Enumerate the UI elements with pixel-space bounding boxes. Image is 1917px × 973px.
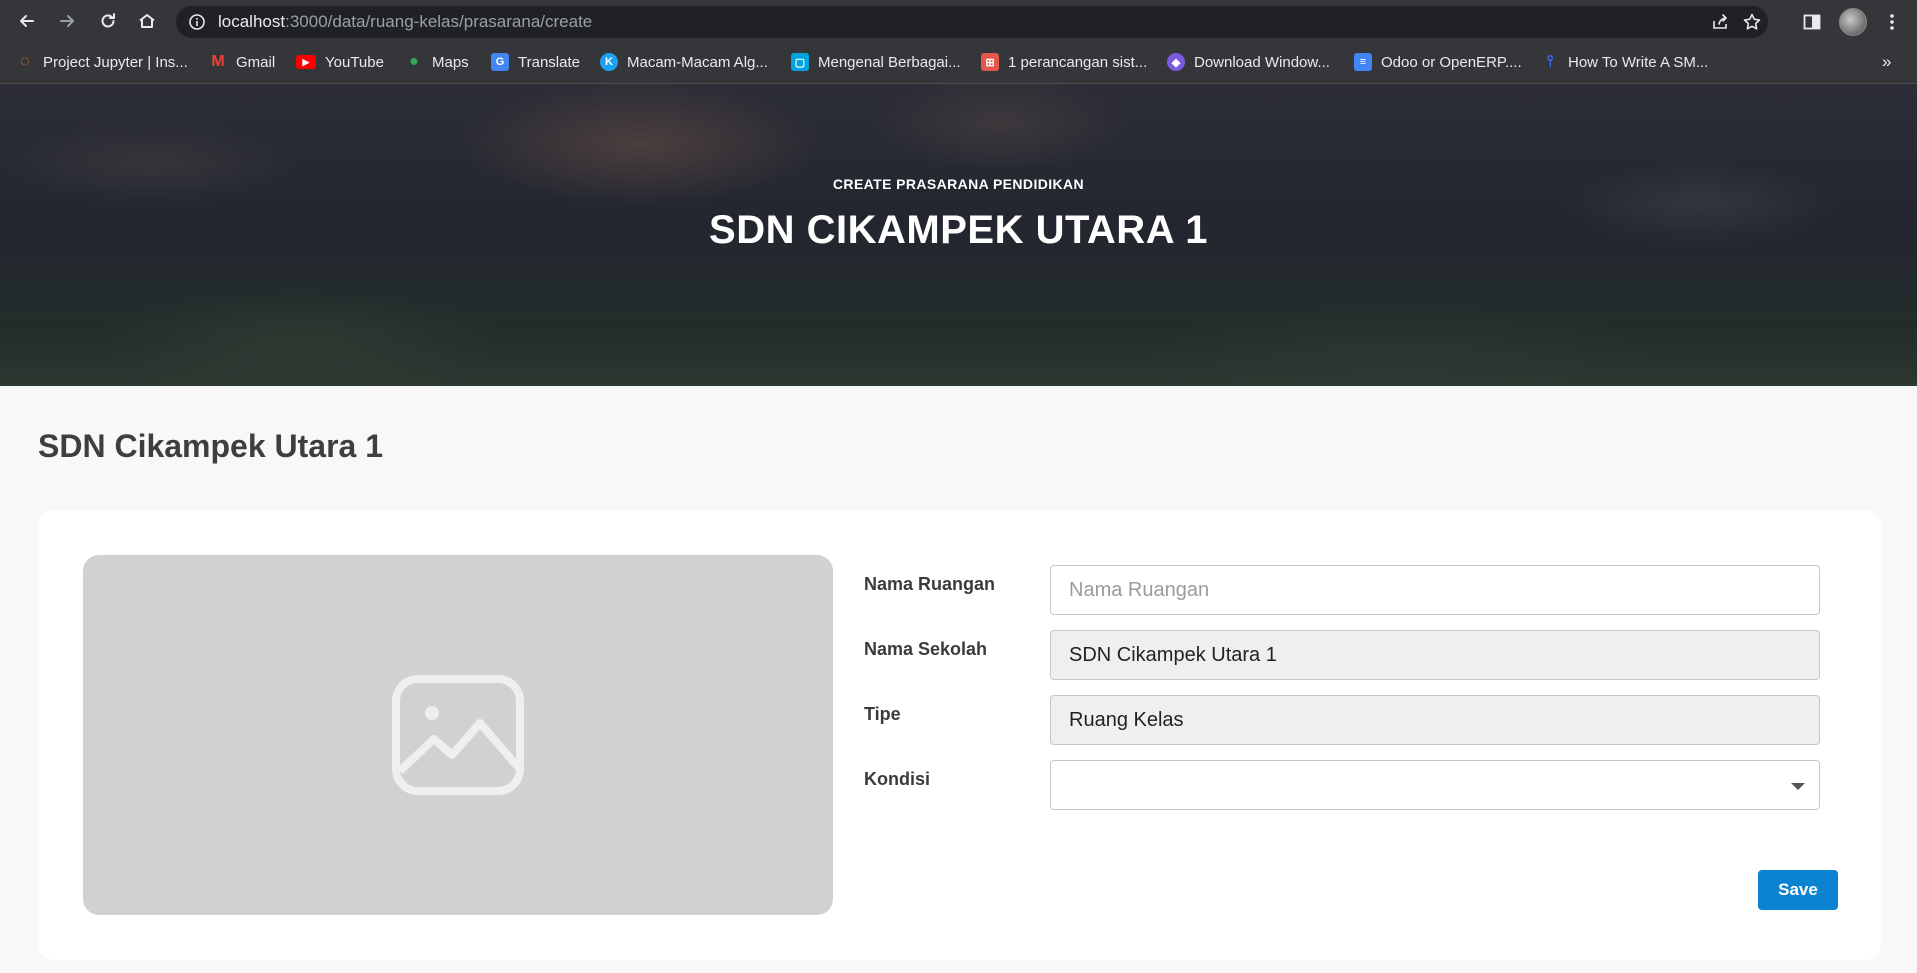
hero-subtitle: CREATE PRASARANA PENDIDIKAN — [832, 176, 1085, 192]
bookmark-label: Macam-Macam Alg... — [627, 53, 768, 71]
bookmark-item[interactable]: ◆ Download Window... — [1167, 44, 1330, 80]
reload-icon — [101, 13, 115, 28]
bookmark-item[interactable]: ◌ Project Jupyter | Ins... — [16, 44, 188, 80]
image-upload-placeholder[interactable] — [83, 555, 833, 915]
home-icon — [139, 14, 155, 28]
forward-button[interactable] — [52, 6, 82, 36]
share-icon[interactable] — [1710, 12, 1730, 32]
browser-toolbar: localhost:3000/data/ruang-kelas/prasaran… — [0, 0, 1917, 44]
bookmark-item[interactable]: ▶ YouTube — [296, 44, 384, 80]
translate-icon: G — [491, 53, 509, 71]
gmail-icon: M — [211, 53, 225, 70]
arrow-left-icon — [20, 15, 34, 27]
back-button[interactable] — [12, 6, 42, 36]
nama-sekolah-label: Nama Sekolah — [864, 639, 988, 659]
tipe-label: Tipe — [864, 704, 901, 724]
bookmark-label: Translate — [518, 53, 580, 71]
bookmark-item[interactable]: ▢ Mengenal Berbagai... — [791, 44, 961, 80]
pin-icon: ⫯ — [1546, 53, 1554, 70]
reload-button[interactable] — [93, 6, 123, 36]
bookmark-label: 1 perancangan sist... — [1008, 53, 1148, 71]
bookmark-label: Gmail — [236, 53, 276, 71]
nama-ruangan-input[interactable] — [1050, 565, 1820, 615]
caret-down-icon — [1791, 783, 1805, 790]
kondisi-label: Kondisi — [864, 769, 930, 789]
save-button[interactable]: Save — [1758, 870, 1838, 910]
bookmark-item[interactable]: ⫯ How To Write A SM... — [1541, 44, 1709, 80]
hero-banner: CREATE PRASARANA PENDIDIKAN SDN CIKAMPEK… — [0, 84, 1917, 386]
window-icon: ◆ — [1167, 53, 1185, 71]
star-icon[interactable] — [1742, 12, 1762, 32]
address-bar[interactable]: localhost:3000/data/ruang-kelas/prasaran… — [176, 6, 1768, 38]
side-panel-button[interactable] — [1800, 10, 1824, 34]
bookmark-item[interactable]: G Translate — [491, 44, 580, 80]
bookmark-label: Maps — [432, 53, 469, 71]
kondisi-select[interactable] — [1050, 760, 1820, 810]
bookmarks-overflow-button[interactable]: » — [1882, 52, 1891, 72]
square-icon: ▢ — [791, 53, 809, 71]
docs-icon: ≡ — [1354, 53, 1372, 71]
hero-title: SDN CIKAMPEK UTARA 1 — [709, 208, 1208, 252]
tipe-input[interactable] — [1050, 695, 1820, 745]
bookmark-label: Mengenal Berbagai... — [818, 53, 961, 71]
url-text[interactable]: localhost:3000/data/ruang-kelas/prasaran… — [218, 6, 592, 38]
browser-menu-button[interactable] — [1880, 10, 1904, 34]
bookmark-label: How To Write A SM... — [1568, 53, 1709, 71]
youtube-icon: ▶ — [296, 55, 316, 69]
maps-icon: ● — [409, 53, 419, 70]
side-panel-icon — [1803, 14, 1821, 30]
info-icon[interactable] — [188, 13, 206, 31]
bookmark-item[interactable]: M Gmail — [209, 44, 275, 80]
bookmark-item[interactable]: ⊞ 1 perancangan sist... — [981, 44, 1147, 80]
arrow-right-icon — [60, 15, 74, 27]
nama-sekolah-input[interactable] — [1050, 630, 1820, 680]
jupyter-icon: ◌ — [20, 53, 30, 70]
url-path: :3000/data/ruang-kelas/prasarana/create — [285, 12, 593, 31]
bookmark-item[interactable]: K Macam-Macam Alg... — [600, 44, 768, 80]
doc-icon: ⊞ — [981, 53, 999, 71]
form-card: Nama Ruangan Nama Sekolah Tipe Kondisi S… — [38, 510, 1881, 960]
home-button[interactable] — [132, 6, 162, 36]
image-icon — [392, 675, 524, 795]
bookmark-label: Project Jupyter | Ins... — [43, 53, 188, 71]
k-icon: K — [600, 53, 618, 71]
page-title: SDN Cikampek Utara 1 — [38, 428, 384, 464]
bookmark-label: Download Window... — [1194, 53, 1330, 71]
nama-ruangan-label: Nama Ruangan — [864, 574, 996, 594]
browser-chrome: localhost:3000/data/ruang-kelas/prasaran… — [0, 0, 1917, 84]
bookmark-label: YouTube — [325, 53, 384, 71]
profile-avatar[interactable] — [1839, 8, 1867, 36]
bookmark-item[interactable]: ● Maps — [405, 44, 469, 80]
bookmark-label: Odoo or OpenERP.... — [1381, 53, 1522, 71]
bookmarks-bar: ◌ Project Jupyter | Ins... M Gmail ▶ YouTub… — [0, 44, 1917, 84]
url-host: localhost — [218, 12, 286, 31]
more-vert-icon — [1890, 14, 1894, 30]
bookmark-item[interactable]: ≡ Odoo or OpenERP.... — [1354, 44, 1522, 80]
